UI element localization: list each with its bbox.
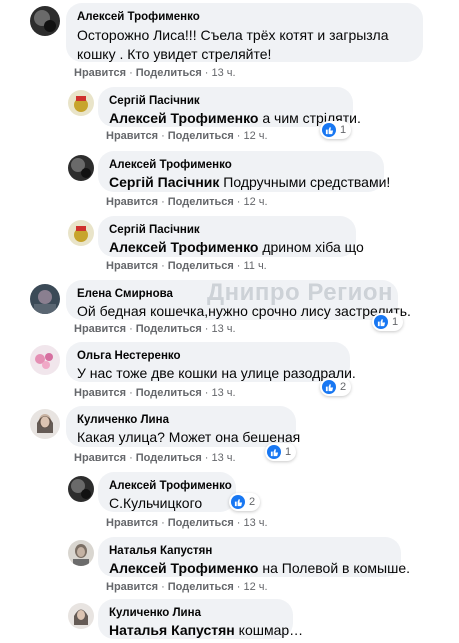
comment-time[interactable]: 13 ч. (243, 517, 267, 529)
like-icon (374, 315, 388, 329)
comment-actions: Нравится · Поделиться · 13 ч. (74, 452, 236, 464)
mention-link[interactable]: Алексей Трофименко (109, 239, 258, 255)
reply-bubble: Алексей Трофименко С.Кульчицкого (98, 472, 236, 512)
comment-actions: Нравится · Поделиться · 11 ч. (106, 260, 267, 272)
comment-author[interactable]: Сергій Пасічник (109, 94, 342, 109)
comment-author[interactable]: Ольга Нестеренко (77, 349, 339, 364)
share-link[interactable]: Поделиться (168, 130, 234, 142)
mention-link[interactable]: Сергій Пасічник (109, 174, 219, 190)
reaction-count[interactable]: 2 (320, 378, 352, 396)
avatar-aleksey[interactable] (30, 6, 60, 36)
share-link[interactable]: Поделиться (136, 452, 202, 464)
comment-author[interactable]: Куличенко Лина (77, 413, 285, 428)
reply-bubble: Алексей Трофименко Сергій Пасічник Подру… (98, 151, 390, 192)
like-icon (267, 445, 281, 459)
share-link[interactable]: Поделиться (168, 260, 234, 272)
comment-time[interactable]: 13 ч. (211, 387, 235, 399)
like-link[interactable]: Нравится (74, 452, 126, 464)
comment-author[interactable]: Алексей Трофименко (109, 158, 373, 173)
comment-time[interactable]: 12 ч. (243, 196, 267, 208)
avatar-aleksey[interactable] (68, 476, 94, 502)
comment-author[interactable]: Наталья Капустян (109, 544, 390, 559)
comment-time[interactable]: 13 ч. (211, 67, 235, 79)
comment-author[interactable]: Куличенко Лина (109, 606, 282, 621)
like-link[interactable]: Нравится (106, 196, 158, 208)
avatar-olga[interactable] (30, 345, 60, 375)
avatar-lina[interactable] (30, 409, 60, 439)
avatar-elena[interactable] (30, 284, 60, 314)
reply-bubble: Наталья Капустян Алексей Трофименко на П… (98, 537, 410, 577)
comment-text: С.Кульчицкого (109, 495, 203, 511)
reaction-count[interactable]: 1 (372, 313, 404, 331)
comment-text: Подручными средствами! (223, 174, 391, 190)
avatar-aleksey[interactable] (68, 155, 94, 181)
like-icon (231, 495, 245, 509)
like-icon (322, 380, 336, 394)
comment-actions: Нравится · Поделиться · 13 ч. (74, 67, 236, 79)
comment-actions: Нравится · Поделиться · 13 ч. (74, 323, 236, 335)
reply-bubble: Сергій Пасічник Алексей Трофименко а чим… (98, 87, 361, 127)
comment-actions: Нравится · Поделиться · 13 ч. (74, 387, 236, 399)
like-link[interactable]: Нравится (106, 581, 158, 593)
comment-text: кошмар… (238, 622, 304, 638)
avatar-natalya[interactable] (68, 540, 94, 566)
like-icon (322, 123, 336, 137)
reaction-count[interactable]: 1 (320, 121, 352, 139)
mention-link[interactable]: Алексей Трофименко (109, 110, 258, 126)
avatar-sergiy[interactable] (68, 220, 94, 246)
comment-actions: Нравится · Поделиться · 12 ч. (106, 581, 268, 593)
comment-author[interactable]: Алексей Трофименко (109, 479, 232, 494)
reaction-count[interactable]: 1 (265, 443, 297, 461)
comment-time[interactable]: 12 ч. (243, 130, 267, 142)
comment-actions: Нравится · Поделиться · 12 ч. (106, 130, 268, 142)
share-link[interactable]: Поделиться (136, 323, 202, 335)
comment-actions: Нравится · Поделиться · 12 ч. (106, 196, 268, 208)
share-link[interactable]: Поделиться (168, 196, 234, 208)
comment-text: У нас тоже две кошки на улице разодрали. (77, 365, 356, 381)
avatar-lina[interactable] (68, 603, 94, 629)
comment-author[interactable]: Сергій Пасічник (109, 223, 345, 238)
comment-text: дрином хіба що (262, 239, 364, 255)
comment-text: Какая улица? Может она бешеная (77, 429, 301, 445)
share-link[interactable]: Поделиться (168, 517, 234, 529)
avatar-sergiy[interactable] (68, 90, 94, 116)
share-link[interactable]: Поделиться (136, 67, 202, 79)
like-link[interactable]: Нравится (106, 130, 158, 142)
comment-author[interactable]: Алексей Трофименко (77, 10, 412, 25)
comment-time[interactable]: 11 ч. (243, 260, 266, 272)
like-link[interactable]: Нравится (106, 517, 158, 529)
comment-time[interactable]: 12 ч. (243, 581, 267, 593)
comment-time[interactable]: 13 ч. (211, 452, 235, 464)
like-link[interactable]: Нравится (74, 67, 126, 79)
comment-text: на Полевой в комыше. (262, 560, 411, 576)
watermark: Днипро Регион (207, 279, 393, 306)
reply-bubble: Куличенко Лина Наталья Капустян кошмар… (98, 599, 303, 639)
comment-text: Осторожно Лиса!!! Съела трёх котят и заг… (77, 27, 389, 62)
comment-bubble: Куличенко Лина Какая улица? Может она бе… (66, 406, 301, 447)
comment-time[interactable]: 13 ч. (211, 323, 235, 335)
share-link[interactable]: Поделиться (168, 581, 234, 593)
comment-bubble: Ольга Нестеренко У нас тоже две кошки на… (66, 342, 356, 382)
comment-actions: Нравится · Поделиться · 13 ч. (106, 517, 268, 529)
like-link[interactable]: Нравится (74, 387, 126, 399)
like-link[interactable]: Нравится (74, 323, 126, 335)
mention-link[interactable]: Наталья Капустян (109, 622, 235, 638)
share-link[interactable]: Поделиться (136, 387, 202, 399)
reaction-count[interactable]: 2 (229, 493, 261, 511)
like-link[interactable]: Нравится (106, 260, 158, 272)
comment-bubble: Алексей Трофименко Осторожно Лиса!!! Съе… (66, 3, 423, 62)
reply-bubble: Сергій Пасічник Алексей Трофименко дрино… (98, 216, 364, 257)
mention-link[interactable]: Алексей Трофименко (109, 560, 258, 576)
